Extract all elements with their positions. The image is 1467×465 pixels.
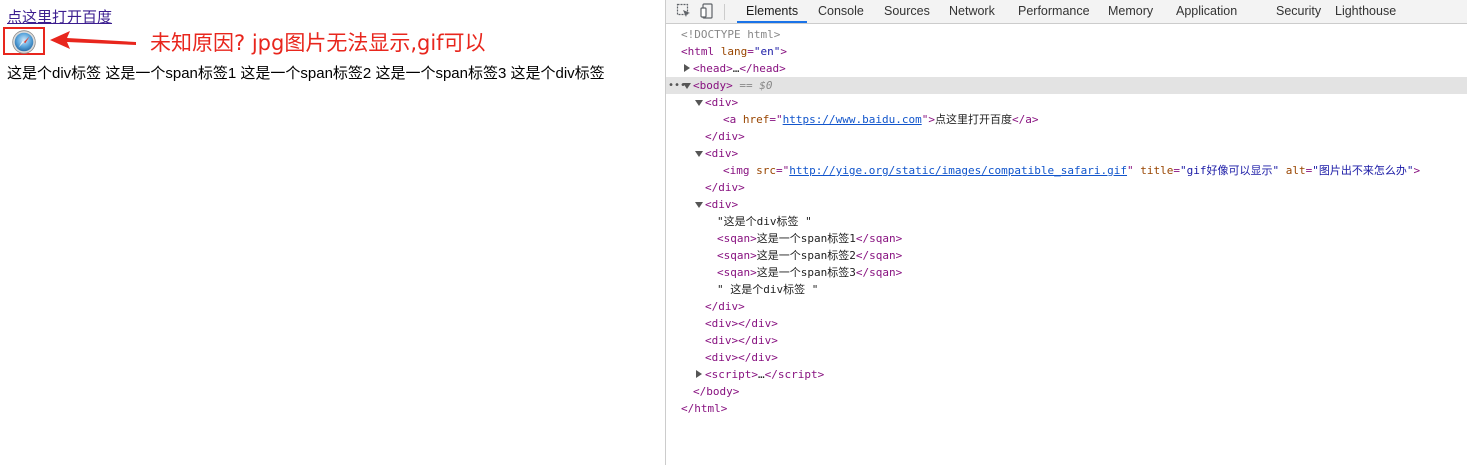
collapse-triangle-icon[interactable]	[683, 83, 691, 89]
tree-row-empty-div-3[interactable]: <div></div>	[666, 349, 1467, 366]
sqan-tag: <sqan>这是一个span标签1</sqan>	[717, 232, 903, 245]
tab-console[interactable]: Console	[809, 0, 873, 23]
div-close-tag: </div>	[705, 130, 745, 143]
href-link[interactable]: https://www.baidu.com	[783, 113, 922, 126]
red-arrow-icon	[50, 31, 136, 49]
collapse-triangle-icon[interactable]	[695, 202, 703, 208]
sqan-tag: <sqan>这是一个span标签3</sqan>	[717, 266, 903, 279]
div-open-tag: <div>	[705, 147, 739, 160]
tab-application[interactable]: Application	[1167, 0, 1246, 23]
tab-security[interactable]: Security	[1267, 0, 1330, 23]
tree-row-div-3[interactable]: <div>	[666, 196, 1467, 213]
tree-row-sqan-3[interactable]: <sqan>这是一个span标签3</sqan>	[666, 264, 1467, 281]
script-tag: <script>…</script>	[705, 368, 825, 381]
tree-row-html-close[interactable]: </html>	[666, 400, 1467, 417]
tree-row-empty-div-2[interactable]: <div></div>	[666, 332, 1467, 349]
doctype-text: <!DOCTYPE html>	[681, 28, 781, 41]
tree-row-body[interactable]: ••• <body> == $0	[666, 77, 1467, 94]
html-close-tag: </html>	[681, 402, 728, 415]
span-text-2: 这是一个span标签2	[240, 65, 372, 82]
div-close-tag: </div>	[705, 181, 745, 194]
tree-row-script[interactable]: <script>…</script>	[666, 366, 1467, 383]
sqan-tag: <sqan>这是一个span标签2</sqan>	[717, 249, 903, 262]
tree-row-body-close[interactable]: </body>	[666, 383, 1467, 400]
tree-row-img[interactable]: <img src="http://yige.org/static/images/…	[666, 162, 1467, 179]
annotation-text: 未知原因? jpg图片无法显示,gif可以	[150, 31, 486, 55]
toolbar-separator	[724, 4, 725, 20]
span-text-3: 这是一个span标签3	[375, 65, 507, 82]
body-open-tag: <body> == $0	[693, 79, 773, 92]
tab-memory[interactable]: Memory	[1099, 0, 1162, 23]
device-toolbar-icon[interactable]	[700, 3, 716, 19]
div-open-tag: <div>	[705, 96, 739, 109]
span-text-1: 这是一个span标签1	[105, 65, 237, 82]
src-link[interactable]: http://yige.org/static/images/compatible…	[789, 164, 1127, 177]
expand-triangle-icon[interactable]	[696, 370, 702, 378]
empty-div-tag: <div></div>	[705, 351, 778, 364]
tree-row-empty-div-1[interactable]: <div></div>	[666, 315, 1467, 332]
tree-row-div-1-close[interactable]: </div>	[666, 128, 1467, 145]
tree-row-sqan-2[interactable]: <sqan>这是一个span标签2</sqan>	[666, 247, 1467, 264]
baidu-link[interactable]: 点这里打开百度	[7, 6, 112, 27]
text-node: " 这是个div标签 "	[717, 283, 819, 296]
tree-row-head[interactable]: <head>…</head>	[666, 60, 1467, 77]
collapse-triangle-icon[interactable]	[695, 151, 703, 157]
tab-performance[interactable]: Performance	[1009, 0, 1099, 23]
highlight-box	[3, 27, 45, 55]
collapse-triangle-icon[interactable]	[695, 100, 703, 106]
tree-row-sqan-1[interactable]: <sqan>这是一个span标签1</sqan>	[666, 230, 1467, 247]
tree-row-anchor[interactable]: <a href="https://www.baidu.com">点这里打开百度<…	[666, 111, 1467, 128]
anchor-tag: <a href="https://www.baidu.com">点这里打开百度<…	[723, 113, 1039, 126]
rendered-page: 点这里打开百度 未知原因? jpg图片无法显示,gif可以 这是个div标签 这…	[0, 0, 665, 465]
tree-row-div-3-close[interactable]: </div>	[666, 298, 1467, 315]
tab-lighthouse[interactable]: Lighthouse	[1326, 0, 1405, 23]
div-close-tag: </div>	[705, 300, 745, 313]
div-open-tag: <div>	[705, 198, 739, 211]
tree-row-text-2[interactable]: " 这是个div标签 "	[666, 281, 1467, 298]
devtools-toolbar: Elements Console Sources Network Perform…	[666, 0, 1467, 24]
content-text-line: 这是个div标签 这是一个span标签1 这是一个span标签2 这是一个spa…	[7, 62, 605, 83]
tree-row-text-1[interactable]: "这是个div标签 "	[666, 213, 1467, 230]
div-text-1: 这是个div标签	[7, 65, 102, 82]
tab-sources[interactable]: Sources	[875, 0, 939, 23]
tree-row-doctype[interactable]: <!DOCTYPE html>	[666, 26, 1467, 43]
expand-triangle-icon[interactable]	[684, 64, 690, 72]
div-text-2: 这是个div标签	[510, 65, 605, 82]
tree-row-div-1[interactable]: <div>	[666, 94, 1467, 111]
tab-elements[interactable]: Elements	[737, 0, 808, 23]
html-open-tag: <html lang="en">	[681, 45, 787, 58]
tab-network[interactable]: Network	[940, 0, 1004, 23]
img-tag: <img src="http://yige.org/static/images/…	[723, 164, 1421, 177]
safari-compass-icon	[12, 30, 36, 54]
tree-row-html[interactable]: <html lang="en">	[666, 43, 1467, 60]
empty-div-tag: <div></div>	[705, 317, 778, 330]
devtools-panel: Elements Console Sources Network Perform…	[665, 0, 1467, 465]
head-tag: <head>…</head>	[693, 62, 786, 75]
empty-div-tag: <div></div>	[705, 334, 778, 347]
tree-row-div-2-close[interactable]: </div>	[666, 179, 1467, 196]
body-close-tag: </body>	[693, 385, 740, 398]
tree-row-div-2[interactable]: <div>	[666, 145, 1467, 162]
text-node: "这是个div标签 "	[717, 215, 812, 228]
inspect-element-icon[interactable]	[676, 3, 692, 19]
